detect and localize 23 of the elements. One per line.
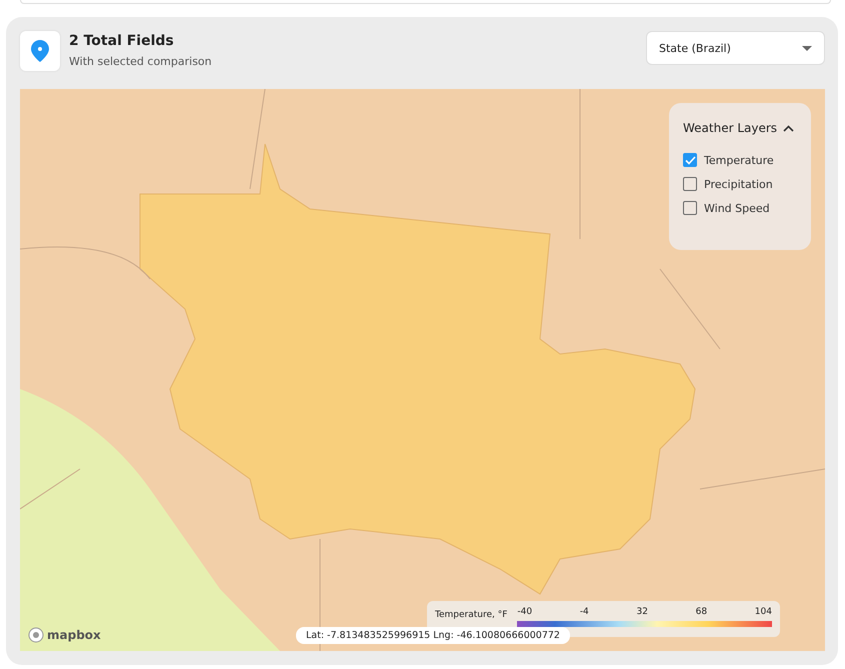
- check-icon: [684, 156, 696, 164]
- coordinates-label: Lat: -7.813483525996915 Lng: -46.10080666000772: [296, 627, 570, 644]
- weather-layers-toggle[interactable]: Weather Layers: [683, 121, 794, 135]
- pin-icon: [20, 31, 60, 71]
- scale-tick-label: -4: [580, 607, 589, 617]
- legend-title: Temperature, °F: [435, 610, 508, 620]
- layer-label: Precipitation: [704, 178, 773, 190]
- caret-icon: [802, 46, 812, 50]
- logo-icon: [28, 627, 44, 643]
- scale-tick-label: 32: [636, 607, 648, 617]
- layer-label: Temperature: [704, 154, 774, 166]
- layer-label: Wind Speed: [704, 202, 770, 214]
- checkbox[interactable]: [683, 201, 697, 215]
- scale-tick-label: 104: [754, 607, 772, 617]
- card-subtitle: With selected comparison: [69, 55, 212, 68]
- chevron-up-icon: [783, 124, 794, 132]
- scale-tick-label: -40: [517, 607, 532, 617]
- scale-tick-label: 68: [696, 607, 708, 617]
- map-attribution: mapbox: [28, 627, 101, 643]
- checkbox[interactable]: [683, 153, 697, 167]
- card-title: 2 Total Fields: [69, 33, 175, 49]
- checkbox[interactable]: [683, 177, 697, 191]
- state-dropdown[interactable]: State (Brazil): [646, 31, 825, 65]
